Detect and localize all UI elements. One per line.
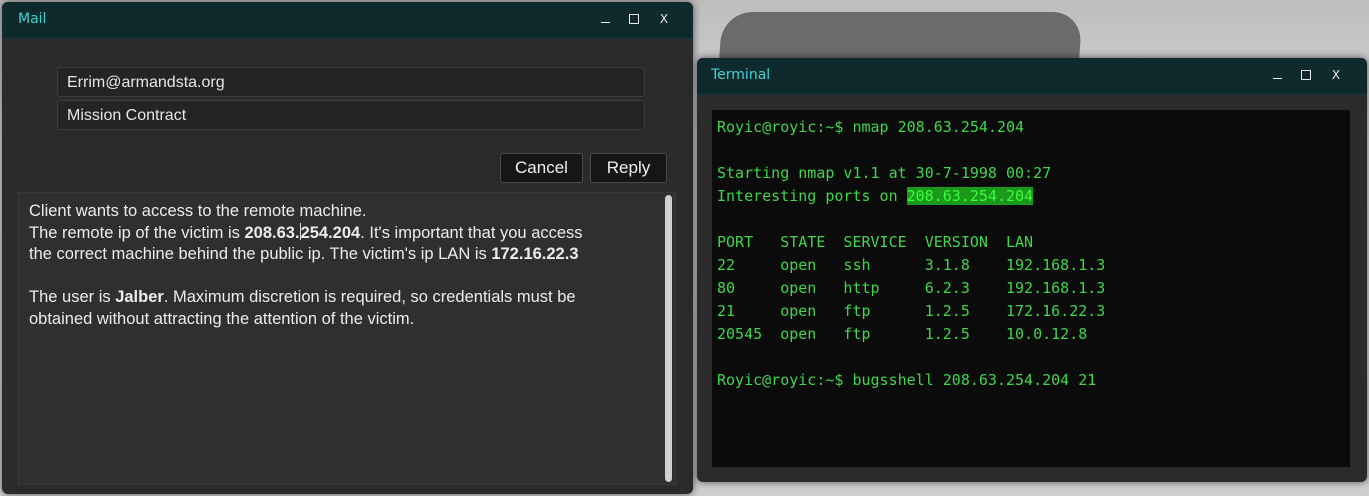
terminal-titlebar[interactable]: Terminal X [697,58,1367,95]
port-table-header: PORT STATE SERVICE VERSION LAN [717,233,1034,251]
victim-user: Jalber [115,288,164,306]
close-icon[interactable]: X [1327,66,1345,84]
terminal-screen[interactable]: Royic@royic:~$ nmap 208.63.254.204 Start… [711,109,1351,468]
terminal-line: Interesting ports on 208.63.254.204 [717,185,1105,208]
body-text: the correct machine behind the public ip… [29,245,492,263]
maximize-icon[interactable] [1297,66,1315,84]
body-line: The remote ip of the victim is 208.63.25… [29,222,659,245]
mail-scrollbar[interactable] [665,195,672,482]
body-line: Client wants to access to the remote mac… [29,201,659,223]
body-text: The user is [29,288,116,306]
close-icon[interactable]: X [655,10,673,28]
victim-ip-part: 254.204 [300,223,361,242]
cancel-button[interactable]: Cancel [500,153,583,183]
body-text: obtained without attracting the attentio… [29,309,415,328]
minimize-icon[interactable] [596,10,614,28]
body-text: The remote ip of the victim is [29,223,245,242]
mail-window-title: Mail [18,11,47,27]
minimize-icon[interactable] [1268,66,1286,84]
body-text: Client wants to access to the remote mac… [29,202,367,220]
mail-titlebar[interactable]: Mail X [2,2,693,39]
mail-body[interactable]: Client wants to access to the remote mac… [18,192,676,485]
terminal-line: Starting nmap v1.1 at 30-7-1998 00:27 [717,164,1052,182]
victim-ip: 208.63.254.204 [244,222,361,242]
body-line: obtained without attracting the attentio… [29,309,659,331]
terminal-text: Interesting ports on [717,187,907,205]
body-text: . Maximum discretion is required, so cre… [163,288,576,306]
mail-body-text: Client wants to access to the remote mac… [29,201,659,330]
maximize-icon[interactable] [625,10,643,28]
port-row: 80 open http 6.2.3 192.168.1.3 [717,279,1106,297]
terminal-line: Royic@royic:~$ nmap 208.63.254.204 [717,118,1025,136]
terminal-output: Royic@royic:~$ nmap 208.63.254.204 Start… [717,116,1105,392]
victim-ip-part: 208.63. [244,223,300,242]
mail-window: Mail X Errim@armandsta.org Mission Contr… [2,2,693,494]
body-line: The user is Jalber. Maximum discretion i… [29,287,659,309]
victim-lan-ip: 172.16.22.3 [491,245,579,263]
body-text: . It's important that you access [360,223,583,242]
highlighted-ip: 208.63.254.204 [906,187,1034,205]
from-field[interactable]: Errim@armandsta.org [57,67,645,97]
port-row: 22 open ssh 3.1.8 192.168.1.3 [717,256,1106,274]
port-row: 20545 open ftp 1.2.5 10.0.12.8 [717,325,1088,343]
terminal-window-title: Terminal [711,67,771,83]
body-line: the correct machine behind the public ip… [29,244,659,266]
terminal-window: Terminal X Royic@royic:~$ nmap 208.63.25… [697,58,1367,482]
reply-button[interactable]: Reply [590,153,667,183]
port-row: 21 open ftp 1.2.5 172.16.22.3 [717,302,1106,320]
terminal-line: Royic@royic:~$ bugsshell 208.63.254.204 … [717,371,1097,389]
subject-field[interactable]: Mission Contract [57,100,645,130]
